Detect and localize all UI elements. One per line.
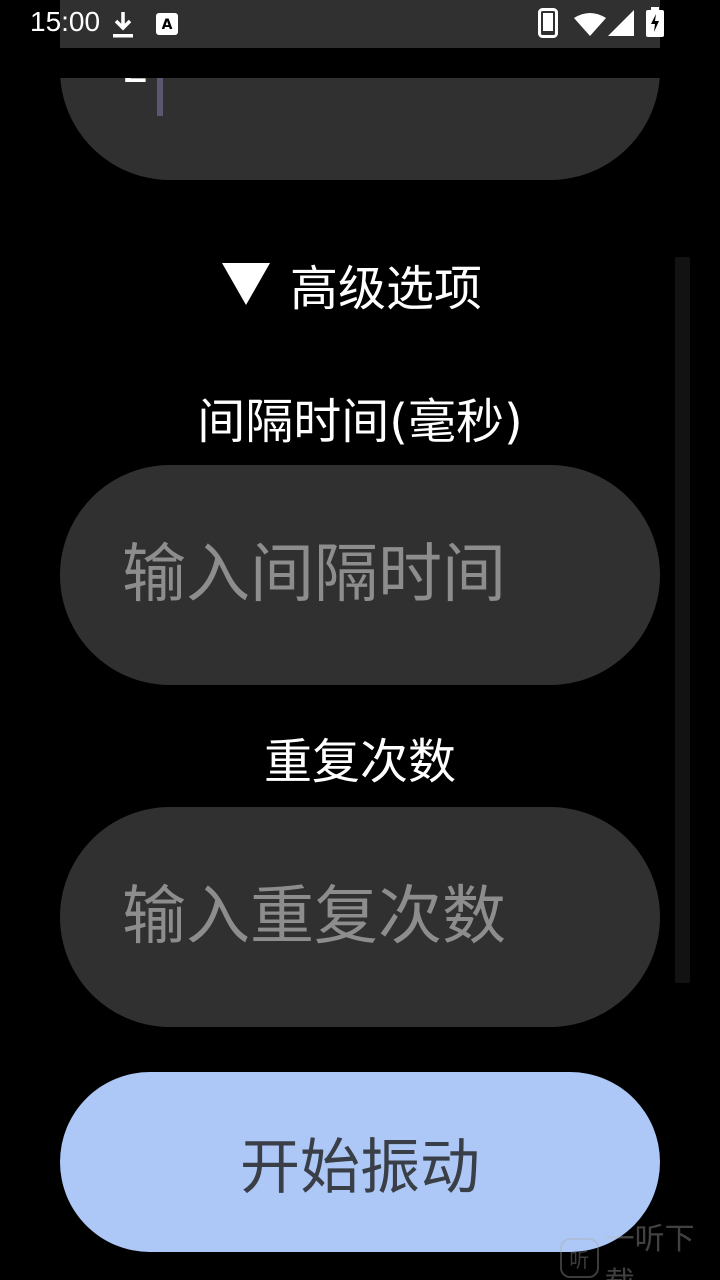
status-time: 15:00 [30, 6, 101, 37]
interval-input-container [60, 465, 660, 685]
screen: 2 15:00 A [0, 0, 720, 1280]
watermark-logo: 听 [560, 1238, 599, 1278]
advanced-options-label: 高级选项 [290, 261, 483, 317]
signal-icon [608, 10, 634, 36]
download-icon [113, 12, 133, 38]
phone-icon [538, 8, 558, 38]
a-keyboard-icon: A [156, 13, 178, 35]
repeat-input-container [60, 807, 660, 1027]
status-bar: 15:00 A [0, 0, 720, 48]
start-vibration-button[interactable]: 开始振动 [60, 1072, 660, 1252]
watermark: 听 一听下载 [560, 1222, 720, 1280]
scroll-mask [0, 48, 720, 78]
advanced-options-toggle[interactable]: 高级选项 [220, 252, 483, 317]
interval-input[interactable] [122, 538, 602, 612]
repeat-input[interactable] [122, 880, 602, 954]
triangle-down-icon [222, 263, 270, 305]
battery-charging-icon [646, 7, 664, 37]
repeat-label: 重复次数 [263, 734, 456, 790]
watermark-text: 一听下载 [604, 1222, 695, 1280]
text-caret [157, 78, 163, 116]
interval-label: 间隔时间(毫秒) [197, 394, 523, 450]
wifi-icon [574, 13, 606, 36]
svg-text:A: A [162, 17, 173, 33]
scrollbar[interactable] [675, 257, 690, 983]
